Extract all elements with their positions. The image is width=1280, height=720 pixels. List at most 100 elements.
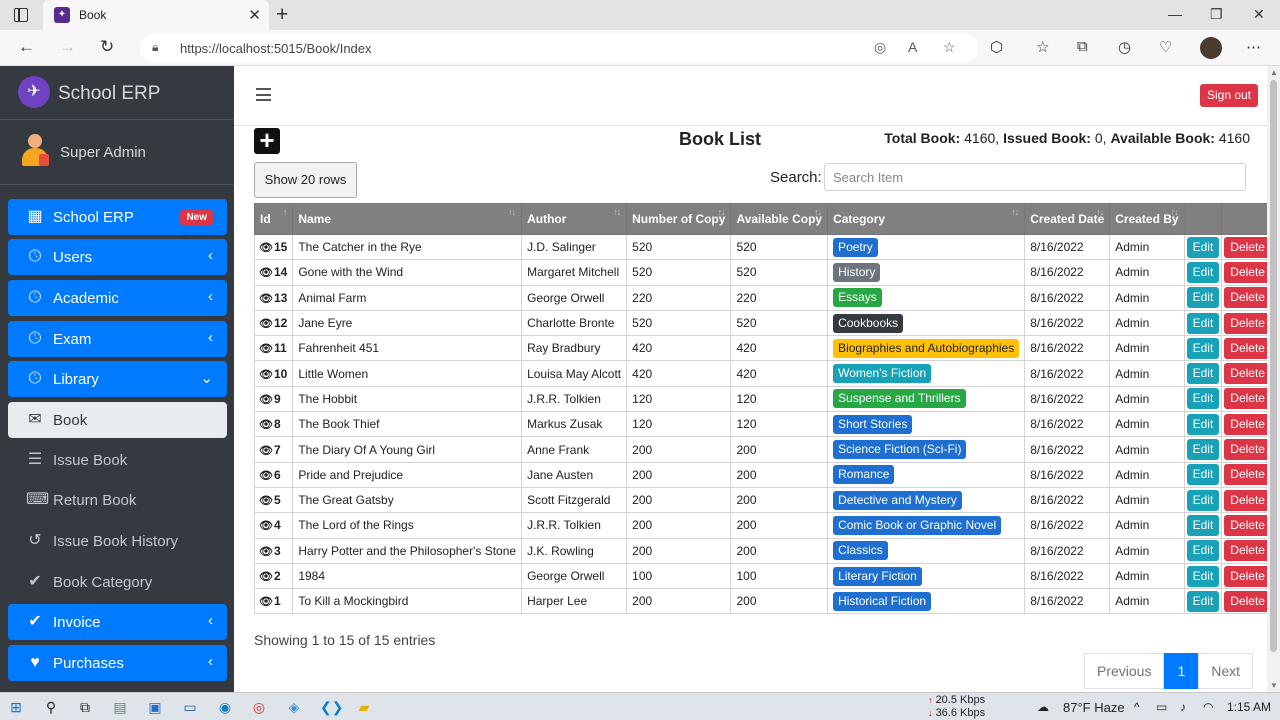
sidebar-item-invoice[interactable]: ✔ Invoice ‹: [8, 604, 227, 640]
menu-toggle-icon[interactable]: [256, 88, 271, 101]
view-book-link[interactable]: 👁︎13: [253, 284, 294, 311]
delete-button[interactable]: Delete: [1224, 565, 1271, 587]
sidebar-item-book-category[interactable]: ✔ Book Category: [8, 564, 227, 600]
view-book-link[interactable]: 👁︎9: [253, 385, 294, 413]
delete-button[interactable]: Delete: [1224, 464, 1271, 486]
edit-button[interactable]: Edit: [1186, 540, 1220, 562]
wifi-icon[interactable]: ◠: [1203, 700, 1213, 714]
delete-button[interactable]: Delete: [1224, 514, 1271, 536]
delete-button[interactable]: Delete: [1224, 337, 1271, 359]
delete-button[interactable]: Delete: [1224, 439, 1271, 461]
sidebar-item-book[interactable]: ✉ Book: [8, 402, 227, 438]
sidebar-item-issue-book[interactable]: ☰ Issue Book: [8, 442, 227, 478]
url-text[interactable]: https://localhost:5015/Book/Index: [180, 41, 372, 56]
tray-chevron-up-icon[interactable]: ^: [1134, 700, 1140, 714]
notepad-icon[interactable]: ▤: [111, 698, 129, 716]
sidebar-item-exam[interactable]: 🕓︎ Exam ‹: [8, 321, 227, 357]
edit-button[interactable]: Edit: [1186, 565, 1220, 587]
performance-icon[interactable]: ♡: [1159, 38, 1172, 56]
delete-button[interactable]: Delete: [1224, 363, 1271, 385]
view-book-link[interactable]: 👁︎7: [253, 436, 294, 463]
column-header-id[interactable]: Id ↑: [253, 203, 294, 235]
favorite-add-icon[interactable]: ☆: [943, 39, 956, 56]
user-panel[interactable]: Super Admin: [0, 120, 234, 185]
view-book-link[interactable]: 👁︎4: [253, 512, 294, 539]
sidebar-item-return-book[interactable]: ⌨ Return Book: [8, 482, 227, 518]
edit-button[interactable]: Edit: [1186, 489, 1220, 511]
scroll-up-icon[interactable]: ▲: [1270, 68, 1278, 77]
column-header-number-of-copy[interactable]: Number of Copy ↑↓: [626, 203, 732, 235]
terminal-icon[interactable]: ▭: [181, 698, 199, 716]
pagination-next[interactable]: Next: [1198, 653, 1254, 689]
delete-button[interactable]: Delete: [1224, 287, 1271, 309]
column-header-category[interactable]: Category ↑↓: [827, 203, 1026, 235]
delete-button[interactable]: Delete: [1224, 540, 1271, 562]
lock-icon[interactable]: 🔒︎: [152, 40, 158, 55]
view-book-link[interactable]: 👁︎11: [253, 335, 294, 362]
view-book-link[interactable]: 👁︎1: [253, 588, 294, 615]
history-icon[interactable]: ◷: [1118, 38, 1131, 56]
collections-icon[interactable]: ⧉: [1077, 38, 1088, 55]
column-header-author[interactable]: Author ↑↓: [521, 203, 628, 235]
battery-icon[interactable]: ▭: [1156, 700, 1167, 714]
sidebar-item-purchases[interactable]: ♥ Purchases ‹: [8, 645, 227, 681]
sign-out-button[interactable]: Sign out: [1200, 84, 1259, 107]
edit-button[interactable]: Edit: [1186, 388, 1220, 410]
pagination-page-1[interactable]: 1: [1164, 653, 1199, 689]
back-icon[interactable]: ←: [18, 37, 35, 57]
forward-icon[interactable]: →: [59, 37, 76, 57]
edit-button[interactable]: Edit: [1186, 590, 1220, 612]
view-book-link[interactable]: 👁︎14: [253, 259, 294, 286]
brand-link[interactable]: ✈ School ERP: [0, 66, 234, 120]
delete-button[interactable]: Delete: [1224, 388, 1271, 410]
view-book-link[interactable]: 👁︎2: [253, 562, 294, 590]
scroll-thumb[interactable]: [1270, 80, 1277, 652]
view-book-link[interactable]: 👁︎6: [253, 461, 294, 488]
view-book-link[interactable]: 👁︎3: [253, 537, 294, 564]
favorites-icon[interactable]: ☆: [1036, 38, 1049, 56]
page-scrollbar[interactable]: ▲ ▼: [1267, 66, 1280, 692]
search-input[interactable]: [824, 163, 1246, 191]
edit-button[interactable]: Edit: [1186, 464, 1220, 486]
sidebar-item-users[interactable]: 🕓︎ Users ‹: [8, 239, 227, 275]
edit-button[interactable]: Edit: [1186, 363, 1220, 385]
add-book-button[interactable]: +: [254, 127, 280, 154]
scroll-down-icon[interactable]: ▼: [1270, 681, 1278, 690]
file-explorer-icon[interactable]: ▰: [355, 698, 373, 716]
browser-tab[interactable]: ✦ Book ✕: [43, 0, 269, 30]
delete-button[interactable]: Delete: [1224, 261, 1271, 283]
column-header-created-by[interactable]: Created By ↑↓: [1109, 203, 1185, 235]
sidebar-item-library[interactable]: 🕓︎ Library ⌄: [8, 361, 227, 397]
delete-button[interactable]: Delete: [1224, 236, 1271, 258]
weather-icon[interactable]: ☁: [1037, 700, 1049, 714]
edit-button[interactable]: Edit: [1186, 287, 1220, 309]
delete-button[interactable]: Delete: [1224, 590, 1271, 612]
read-aloud-icon[interactable]: A: [908, 39, 917, 55]
app-store-icon[interactable]: ◈: [285, 698, 303, 716]
edit-button[interactable]: Edit: [1186, 337, 1220, 359]
address-bar[interactable]: 🔒︎ https://localhost:5015/Book/Index ◎ A…: [140, 34, 978, 62]
weather-text[interactable]: 87°F Haze: [1063, 700, 1125, 715]
edit-button[interactable]: Edit: [1186, 413, 1220, 435]
view-book-link[interactable]: 👁︎15: [253, 233, 294, 261]
edit-button[interactable]: Edit: [1186, 514, 1220, 536]
new-tab-icon[interactable]: +: [276, 3, 288, 27]
sidebar-item-issue-book-history[interactable]: ↺ Issue Book History: [8, 523, 227, 559]
delete-button[interactable]: Delete: [1224, 312, 1271, 334]
edit-button[interactable]: Edit: [1186, 312, 1220, 334]
column-header-available-copy[interactable]: Available Copy ↑↓: [730, 203, 829, 235]
vscode-icon[interactable]: ❮❯: [320, 698, 343, 716]
tab-actions-icon[interactable]: [14, 8, 28, 22]
view-book-link[interactable]: 👁︎10: [253, 360, 294, 387]
column-header-name[interactable]: Name ↑↓: [292, 203, 523, 235]
view-book-link[interactable]: 👁︎5: [253, 486, 294, 514]
edit-button[interactable]: Edit: [1186, 236, 1220, 258]
minimize-icon[interactable]: —: [1168, 6, 1182, 22]
maximize-icon[interactable]: ❐: [1210, 6, 1223, 23]
reload-icon[interactable]: ↻: [100, 37, 114, 57]
system-clock[interactable]: 1:15 AM: [1227, 700, 1271, 714]
search-icon[interactable]: ⚲: [42, 698, 60, 716]
volume-icon[interactable]: ♪: [1180, 700, 1186, 714]
delete-button[interactable]: Delete: [1224, 489, 1271, 511]
sidebar-item-school-erp[interactable]: ▦ School ERP New: [8, 199, 227, 235]
